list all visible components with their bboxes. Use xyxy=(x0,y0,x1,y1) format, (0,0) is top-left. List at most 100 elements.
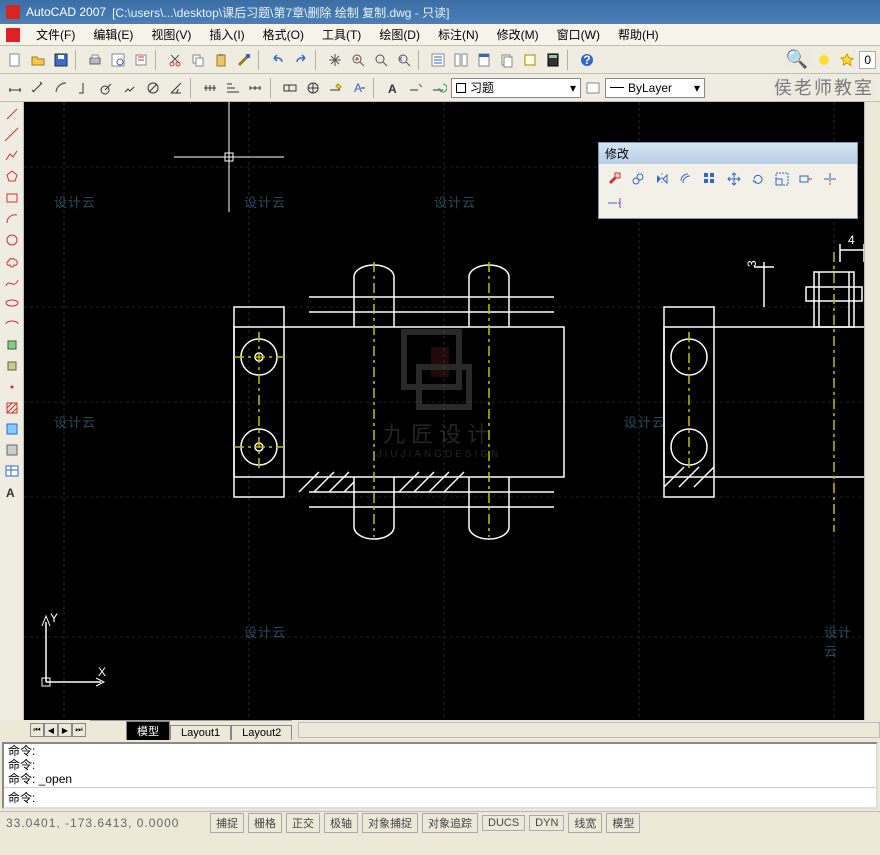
menu-edit[interactable]: 编辑(E) xyxy=(85,24,141,45)
linetype-combo[interactable]: ByLayer ▾ xyxy=(605,78,705,98)
array-icon[interactable] xyxy=(699,168,721,190)
rotate-icon[interactable] xyxy=(747,168,769,190)
undo-icon[interactable] xyxy=(267,49,289,71)
toggle-polar[interactable]: 极轴 xyxy=(324,813,358,833)
calc-icon[interactable] xyxy=(542,49,564,71)
revcloud-icon[interactable] xyxy=(2,251,22,271)
modify-toolbar[interactable]: 修改 xyxy=(598,142,858,219)
pan-icon[interactable] xyxy=(324,49,346,71)
tolerance-icon[interactable] xyxy=(279,77,301,99)
mirror-icon[interactable] xyxy=(651,168,673,190)
cut-icon[interactable] xyxy=(164,49,186,71)
menu-tools[interactable]: 工具(T) xyxy=(314,24,369,45)
scale-icon[interactable] xyxy=(771,168,793,190)
control-icon[interactable] xyxy=(6,28,20,42)
dim-diameter-icon[interactable] xyxy=(142,77,164,99)
menu-help[interactable]: 帮助(H) xyxy=(610,24,667,45)
table-icon[interactable] xyxy=(2,461,22,481)
dim-angular-icon[interactable] xyxy=(165,77,187,99)
menu-view[interactable]: 视图(V) xyxy=(143,24,199,45)
tab-last-icon[interactable]: ⏭ xyxy=(72,723,86,737)
dim-continue-icon[interactable] xyxy=(245,77,267,99)
mtext-icon[interactable]: A xyxy=(2,482,22,502)
tab-prev-icon[interactable]: ◀ xyxy=(44,723,58,737)
hatch-icon[interactable] xyxy=(2,398,22,418)
erase-icon[interactable] xyxy=(603,168,625,190)
ellipse-arc-icon[interactable] xyxy=(2,314,22,334)
center-mark-icon[interactable] xyxy=(302,77,324,99)
menu-format[interactable]: 格式(O) xyxy=(255,24,312,45)
dim-style-icon[interactable] xyxy=(405,77,427,99)
point-icon[interactable] xyxy=(2,377,22,397)
modify-toolbar-title[interactable]: 修改 xyxy=(599,143,857,164)
tab-layout1[interactable]: Layout1 xyxy=(170,725,231,740)
menu-window[interactable]: 窗口(W) xyxy=(549,24,608,45)
stretch-icon[interactable] xyxy=(795,168,817,190)
publish-icon[interactable] xyxy=(130,49,152,71)
spline-icon[interactable] xyxy=(2,272,22,292)
print-icon[interactable] xyxy=(84,49,106,71)
line-icon[interactable] xyxy=(2,104,22,124)
tab-first-icon[interactable]: ⏮ xyxy=(30,723,44,737)
xline-icon[interactable] xyxy=(2,125,22,145)
dim-linear-icon[interactable] xyxy=(4,77,26,99)
offset-icon[interactable] xyxy=(675,168,697,190)
zoom-prev-icon[interactable] xyxy=(393,49,415,71)
tab-model[interactable]: 模型 xyxy=(126,721,170,740)
scrollbar-horizontal[interactable] xyxy=(298,722,880,738)
copy-obj-icon[interactable] xyxy=(627,168,649,190)
dim-quick-icon[interactable] xyxy=(199,77,221,99)
trim-icon[interactable] xyxy=(819,168,841,190)
dim-radius-icon[interactable] xyxy=(96,77,118,99)
sheet-set-icon[interactable] xyxy=(496,49,518,71)
toggle-dyn[interactable]: DYN xyxy=(529,815,564,831)
rect-icon[interactable] xyxy=(2,188,22,208)
help-icon[interactable]: ? xyxy=(576,49,598,71)
markup-icon[interactable] xyxy=(519,49,541,71)
dim-ordinate-icon[interactable] xyxy=(73,77,95,99)
design-center-icon[interactable] xyxy=(450,49,472,71)
toggle-grid[interactable]: 栅格 xyxy=(248,813,282,833)
zoom-window-icon[interactable] xyxy=(370,49,392,71)
menu-modify[interactable]: 修改(M) xyxy=(489,24,547,45)
extend-icon[interactable] xyxy=(603,192,625,214)
save-icon[interactable] xyxy=(50,49,72,71)
circle-icon[interactable] xyxy=(2,230,22,250)
toggle-osnap[interactable]: 对象捕捉 xyxy=(362,813,418,833)
dim-edit-icon[interactable] xyxy=(325,77,347,99)
toggle-snap[interactable]: 捕捉 xyxy=(210,813,244,833)
tab-layout2[interactable]: Layout2 xyxy=(231,725,292,740)
toggle-ortho[interactable]: 正交 xyxy=(286,813,320,833)
new-icon[interactable] xyxy=(4,49,26,71)
open-icon[interactable] xyxy=(27,49,49,71)
polygon-icon[interactable] xyxy=(2,167,22,187)
dim-update-icon[interactable] xyxy=(428,77,450,99)
tab-next-icon[interactable]: ▶ xyxy=(58,723,72,737)
dim-tedit-icon[interactable]: A xyxy=(348,77,370,99)
toggle-model[interactable]: 模型 xyxy=(606,813,640,833)
text-icon[interactable]: A xyxy=(382,77,404,99)
zoom-realtime-icon[interactable] xyxy=(347,49,369,71)
copy-icon[interactable] xyxy=(187,49,209,71)
properties-icon[interactable] xyxy=(427,49,449,71)
insert-block-icon[interactable] xyxy=(2,335,22,355)
favorites-icon[interactable] xyxy=(836,49,858,71)
dim-arc-icon[interactable] xyxy=(50,77,72,99)
layer-combo[interactable]: 习题 ▾ xyxy=(451,78,581,98)
region-icon[interactable] xyxy=(2,440,22,460)
drawing-canvas[interactable]: 3 4 Y X 设计云 设计云 设计云 设计云 设计云 设计云 xyxy=(24,102,864,720)
dim-aligned-icon[interactable] xyxy=(27,77,49,99)
toggle-lwt[interactable]: 线宽 xyxy=(568,813,602,833)
make-block-icon[interactable] xyxy=(2,356,22,376)
redo-icon[interactable] xyxy=(290,49,312,71)
toggle-otrack[interactable]: 对象追踪 xyxy=(422,813,478,833)
menu-dim[interactable]: 标注(N) xyxy=(430,24,487,45)
gradient-icon[interactable] xyxy=(2,419,22,439)
ellipse-icon[interactable] xyxy=(2,293,22,313)
scrollbar-vertical[interactable] xyxy=(864,102,880,720)
menu-draw[interactable]: 绘图(D) xyxy=(371,24,428,45)
dim-baseline-icon[interactable] xyxy=(222,77,244,99)
match-prop-icon[interactable] xyxy=(233,49,255,71)
plot-preview-icon[interactable] xyxy=(107,49,129,71)
layer-prev-icon[interactable] xyxy=(582,77,604,99)
